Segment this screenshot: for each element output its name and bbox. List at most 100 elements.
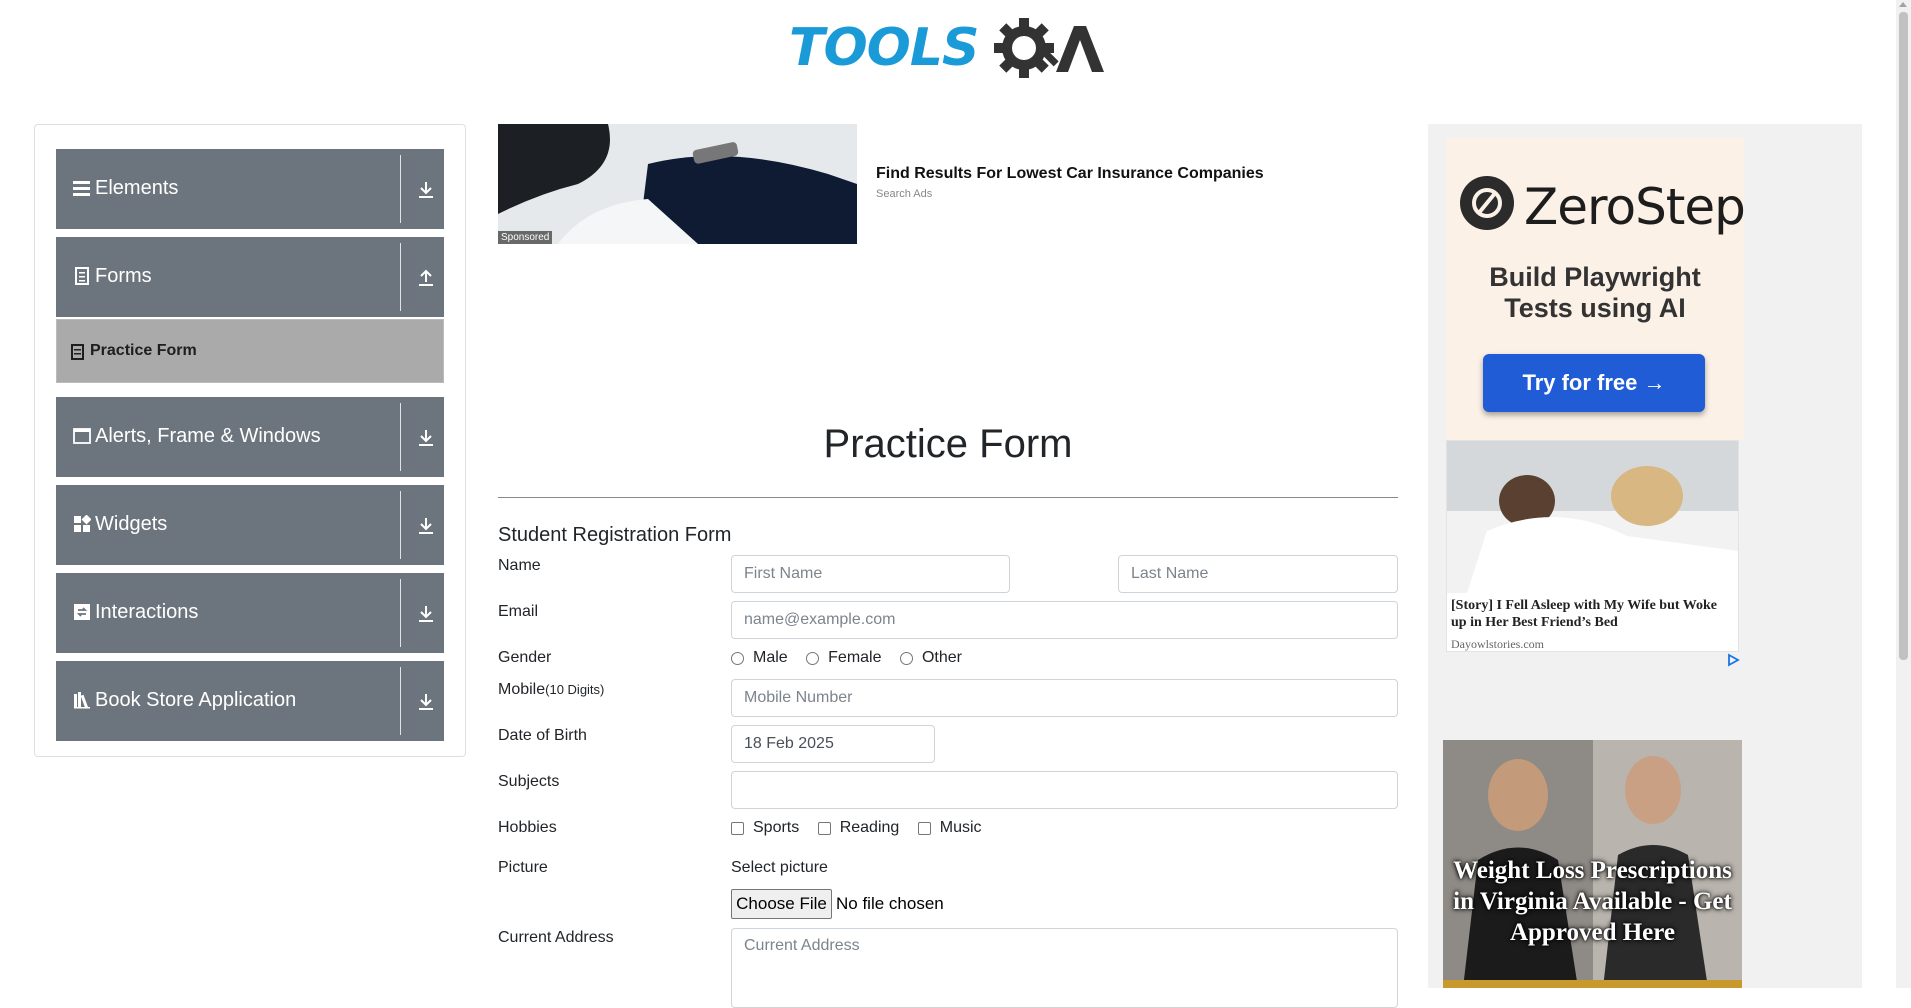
sidebar-group-label: Forms bbox=[95, 265, 152, 287]
gender-male-option[interactable]: Male bbox=[731, 649, 788, 667]
option-label: Reading bbox=[839, 819, 900, 836]
subjects-input[interactable] bbox=[731, 771, 1398, 809]
sidebar-group-interactions[interactable]: Interactions bbox=[56, 573, 444, 653]
divider bbox=[400, 403, 401, 471]
sidebar-group-label: Elements bbox=[95, 177, 179, 199]
select-picture-label: Select picture bbox=[731, 859, 828, 876]
mobile-label: Mobile(10 Digits) bbox=[498, 681, 604, 699]
choose-file-button[interactable]: Choose File bbox=[731, 889, 832, 919]
sidebar-group-label: Book Store Application bbox=[95, 689, 297, 711]
adchoices-icon[interactable] bbox=[1726, 653, 1740, 667]
hobbies-label: Hobbies bbox=[498, 819, 557, 836]
toolsqa-logo[interactable]: TOOLS bbox=[789, 14, 1114, 90]
tagline-line: Tests using AI bbox=[1504, 293, 1686, 323]
divider bbox=[400, 579, 401, 647]
sidebar-group-book-store[interactable]: Book Store Application bbox=[56, 661, 444, 741]
story-image bbox=[1447, 441, 1738, 593]
grid-icon bbox=[74, 515, 91, 532]
download-arrow-icon[interactable] bbox=[418, 605, 434, 623]
mobile-hint: (10 Digits) bbox=[545, 682, 605, 697]
checkbox[interactable] bbox=[917, 821, 931, 835]
sidebar-group-alerts[interactable]: Alerts, Frame & Windows bbox=[56, 397, 444, 477]
zerostep-brand: ZeroStep bbox=[1524, 178, 1746, 236]
gender-radio-group: Male Female Other bbox=[731, 649, 976, 670]
ad-image[interactable]: Sponsored bbox=[498, 124, 857, 244]
ad-headline[interactable]: Find Results For Lowest Car Insurance Co… bbox=[876, 165, 1264, 183]
dob-label: Date of Birth bbox=[498, 727, 587, 744]
logo-text: TOOLS bbox=[789, 18, 979, 78]
mobile-input[interactable] bbox=[731, 679, 1398, 717]
mobile-label-text: Mobile bbox=[498, 681, 546, 698]
story-source: Dayowlstories.com bbox=[1451, 637, 1544, 651]
hobby-music-option[interactable]: Music bbox=[917, 819, 982, 837]
divider bbox=[400, 667, 401, 735]
option-label: Male bbox=[753, 649, 788, 666]
option-label: Sports bbox=[753, 819, 800, 836]
name-label: Name bbox=[498, 557, 541, 574]
sidebar-group-label: Interactions bbox=[95, 601, 199, 623]
sidebar-group-forms[interactable]: Forms bbox=[56, 237, 444, 317]
scroll-up-arrow-icon[interactable] bbox=[1899, 2, 1907, 7]
zerostep-ad[interactable]: ZeroStep Build Playwright Tests using AI… bbox=[1446, 138, 1746, 440]
radio-button[interactable] bbox=[806, 651, 820, 665]
form-icon bbox=[71, 344, 84, 360]
sidebar-group-label: Alerts, Frame & Windows bbox=[95, 425, 321, 447]
window-icon bbox=[73, 428, 91, 444]
sidebar-group-elements[interactable]: Elements bbox=[56, 149, 444, 229]
page-scrollbar[interactable] bbox=[1896, 0, 1911, 988]
divider bbox=[498, 497, 1398, 498]
picture-label: Picture bbox=[498, 859, 548, 876]
form-title: Student Registration Form bbox=[498, 524, 732, 546]
date-of-birth-input[interactable] bbox=[731, 725, 935, 763]
sponsored-tag: Sponsored bbox=[498, 231, 553, 244]
gender-label: Gender bbox=[498, 649, 552, 666]
menu-icon bbox=[73, 181, 90, 196]
try-for-free-button[interactable]: Try for free → bbox=[1483, 354, 1705, 412]
email-label: Email bbox=[498, 603, 539, 620]
upload-arrow-icon[interactable] bbox=[418, 269, 434, 287]
hobby-sports-option[interactable]: Sports bbox=[731, 819, 799, 837]
sidebar-item-label: Practice Form bbox=[90, 342, 197, 359]
radio-button[interactable] bbox=[731, 651, 744, 665]
weight-loss-ad[interactable]: Weight Loss Prescriptions in Virginia Av… bbox=[1443, 740, 1742, 988]
download-arrow-icon[interactable] bbox=[418, 517, 434, 535]
download-arrow-icon[interactable] bbox=[418, 181, 434, 199]
checkbox[interactable] bbox=[731, 821, 744, 835]
current-address-label: Current Address bbox=[498, 929, 614, 946]
gender-other-option[interactable]: Other bbox=[899, 649, 962, 667]
sidebar-group-widgets[interactable]: Widgets bbox=[56, 485, 444, 565]
last-name-input[interactable] bbox=[1118, 555, 1398, 593]
gear-magnifier-icon bbox=[994, 18, 1104, 78]
email-input[interactable] bbox=[731, 601, 1398, 639]
page-title: Practice Form bbox=[823, 422, 1073, 466]
checkbox[interactable] bbox=[817, 821, 831, 835]
option-label: Other bbox=[921, 649, 962, 666]
zerostep-tagline: Build Playwright Tests using AI bbox=[1446, 262, 1744, 324]
story-title: [Story] I Fell Asleep with My Wife but W… bbox=[1451, 598, 1717, 630]
ad-source: Search Ads bbox=[876, 188, 933, 200]
story-ad[interactable]: [Story] I Fell Asleep with My Wife but W… bbox=[1446, 440, 1739, 652]
no-file-text: No file chosen bbox=[836, 894, 944, 913]
option-label: Music bbox=[939, 819, 982, 836]
option-label: Female bbox=[828, 649, 882, 666]
sidebar: Elements Forms Practice Form Alerts, Fra… bbox=[34, 124, 466, 757]
gender-female-option[interactable]: Female bbox=[806, 649, 882, 667]
document-icon bbox=[75, 267, 89, 285]
current-address-input[interactable] bbox=[731, 928, 1398, 1008]
library-icon bbox=[74, 692, 90, 709]
weight-loss-headline: Weight Loss Prescriptions in Virginia Av… bbox=[1453, 857, 1732, 946]
sidebar-group-label: Widgets bbox=[95, 513, 168, 535]
zerostep-logo-icon bbox=[1460, 176, 1514, 230]
interaction-icon bbox=[74, 604, 90, 620]
radio-button[interactable] bbox=[899, 651, 913, 665]
sidebar-item-practice-form[interactable]: Practice Form bbox=[56, 319, 444, 383]
ad-photo bbox=[498, 124, 857, 244]
divider bbox=[400, 243, 401, 311]
scrollbar-thumb[interactable] bbox=[1899, 12, 1908, 660]
tagline-line: Build Playwright bbox=[1489, 262, 1701, 292]
hobby-reading-option[interactable]: Reading bbox=[817, 819, 900, 837]
download-arrow-icon[interactable] bbox=[418, 693, 434, 711]
first-name-input[interactable] bbox=[731, 555, 1010, 593]
hobbies-checkbox-group: Sports Reading Music bbox=[731, 819, 996, 840]
download-arrow-icon[interactable] bbox=[418, 429, 434, 447]
